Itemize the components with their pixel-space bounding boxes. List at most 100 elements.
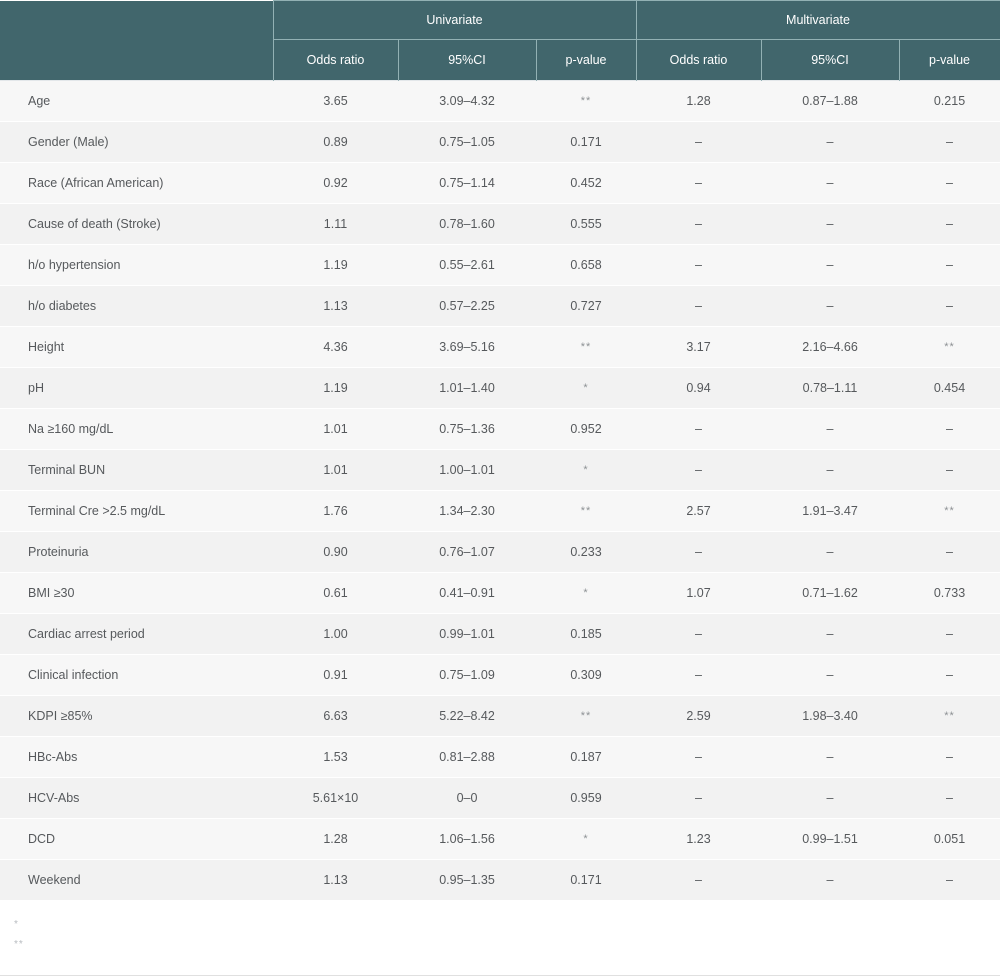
cell-multivariate-odds-ratio: – — [636, 736, 761, 778]
cell-multivariate-ci: 1.98–3.40 — [761, 695, 899, 737]
cell-univariate-p-value: 0.171 — [536, 859, 636, 901]
cell-multivariate-ci: – — [761, 613, 899, 655]
cell-univariate-ci: 0.99–1.01 — [398, 613, 536, 655]
cell-univariate-odds-ratio: 1.11 — [273, 203, 398, 245]
table-row: Gender (Male) 0.89 0.75–1.05 0.171– – – — [0, 121, 1000, 163]
header-multivariate-p-value: p-value — [898, 39, 1000, 81]
table-body: Age 3.65 3.09–4.32 ** 1.28 0.87–1.88 0.215 Gend… — [0, 80, 1000, 901]
cell-univariate-p-value: 0.309 — [536, 654, 636, 696]
cell-multivariate-ci: – — [761, 203, 899, 245]
row-label: h/o hypertension — [0, 244, 273, 286]
cell-univariate-ci: 0.81–2.88 — [398, 736, 536, 778]
cell-univariate-odds-ratio: 1.19 — [273, 367, 398, 409]
row-label: HCV-Abs — [0, 777, 273, 819]
cell-univariate-p-value: 0.658 — [536, 244, 636, 286]
cell-multivariate-p-value: – — [899, 777, 1000, 819]
table-row: Race (African American) 0.92 0.75–1.14 0.45… — [0, 162, 1000, 204]
cell-univariate-odds-ratio: 5.61×10 — [273, 777, 398, 819]
cell-univariate-odds-ratio: 1.76 — [273, 490, 398, 532]
cell-univariate-odds-ratio: 3.65 — [273, 80, 398, 122]
cell-univariate-p-value: * — [536, 818, 636, 860]
cell-multivariate-p-value: – — [899, 859, 1000, 901]
table-row: Height 4.36 3.69–5.16 ** 3.17 2.16–4.66 ** — [0, 326, 1000, 368]
cell-univariate-ci: 0.57–2.25 — [398, 285, 536, 327]
cell-univariate-odds-ratio: 0.61 — [273, 572, 398, 614]
cell-multivariate-p-value: ** — [899, 326, 1000, 368]
cell-multivariate-ci: – — [761, 777, 899, 819]
header-univariate-odds-ratio: Odds ratio — [272, 39, 399, 81]
row-label: h/o diabetes — [0, 285, 273, 327]
table-row: Weekend 1.13 0.95–1.35 0.171– – – — [0, 859, 1000, 901]
cell-univariate-odds-ratio: 6.63 — [273, 695, 398, 737]
cell-univariate-p-value: ** — [536, 326, 636, 368]
table-row: DCD 1.28 1.06–1.56 * 1.23 0.99–1.51 0.051 — [0, 818, 1000, 860]
cell-multivariate-ci: – — [761, 449, 899, 491]
table-row: Terminal BUN 1.01 1.00–1.01 * – – – — [0, 449, 1000, 491]
cell-multivariate-ci: 1.91–3.47 — [761, 490, 899, 532]
cell-multivariate-odds-ratio: – — [636, 449, 761, 491]
results-table-container: Univariate Multivariate Odds ratio 95%CI… — [0, 0, 1000, 976]
header-multivariate-odds-ratio: Odds ratio — [635, 39, 762, 81]
cell-univariate-ci: 0.76–1.07 — [398, 531, 536, 573]
cell-univariate-ci: 0.75–1.36 — [398, 408, 536, 450]
cell-univariate-ci: 0.75–1.09 — [398, 654, 536, 696]
cell-multivariate-odds-ratio: – — [636, 162, 761, 204]
cell-univariate-p-value: 0.959 — [536, 777, 636, 819]
table-row: Terminal Cre >2.5 mg/dL 1.76 1.34–2.30 ** 2.… — [0, 490, 1000, 532]
header-corner-cell — [0, 0, 274, 81]
cell-multivariate-p-value: 0.454 — [899, 367, 1000, 409]
cell-univariate-p-value: * — [536, 572, 636, 614]
cell-univariate-ci: 0.75–1.14 — [398, 162, 536, 204]
cell-univariate-ci: 5.22–8.42 — [398, 695, 536, 737]
row-label: pH — [0, 367, 273, 409]
cell-multivariate-odds-ratio: 1.28 — [636, 80, 761, 122]
table-row: pH 1.19 1.01–1.40 * 0.94 0.78–1.11 0.454 — [0, 367, 1000, 409]
cell-multivariate-p-value: 0.733 — [899, 572, 1000, 614]
cell-univariate-odds-ratio: 1.13 — [273, 285, 398, 327]
table-group-header-row: Univariate Multivariate — [0, 0, 1000, 81]
row-label: Height — [0, 326, 273, 368]
row-label: Cardiac arrest period — [0, 613, 273, 655]
cell-multivariate-ci: 0.71–1.62 — [761, 572, 899, 614]
cell-univariate-ci: 0.55–2.61 — [398, 244, 536, 286]
row-label: Na ≥160 mg/dL — [0, 408, 273, 450]
cell-multivariate-p-value: ** — [899, 695, 1000, 737]
row-label: Gender (Male) — [0, 121, 273, 163]
table-footnotes: * ** — [0, 901, 1000, 976]
cell-multivariate-p-value: 0.215 — [899, 80, 1000, 122]
cell-univariate-odds-ratio: 0.91 — [273, 654, 398, 696]
cell-multivariate-ci: – — [761, 244, 899, 286]
regression-results-table: Univariate Multivariate Odds ratio 95%CI… — [0, 0, 1000, 901]
cell-univariate-odds-ratio: 1.01 — [273, 408, 398, 450]
cell-univariate-p-value: 0.952 — [536, 408, 636, 450]
cell-univariate-odds-ratio: 1.28 — [273, 818, 398, 860]
cell-multivariate-odds-ratio: 1.23 — [636, 818, 761, 860]
table-row: BMI ≥30 0.61 0.41–0.91 * 1.07 0.71–1.62 0.733 — [0, 572, 1000, 614]
cell-multivariate-odds-ratio: 2.57 — [636, 490, 761, 532]
cell-univariate-p-value: 0.233 — [536, 531, 636, 573]
cell-univariate-odds-ratio: 1.13 — [273, 859, 398, 901]
cell-univariate-ci: 0.95–1.35 — [398, 859, 536, 901]
cell-multivariate-p-value: ** — [899, 490, 1000, 532]
row-label: Terminal Cre >2.5 mg/dL — [0, 490, 273, 532]
row-label: Race (African American) — [0, 162, 273, 204]
cell-univariate-ci: 1.00–1.01 — [398, 449, 536, 491]
cell-multivariate-ci: – — [761, 859, 899, 901]
cell-multivariate-p-value: – — [899, 121, 1000, 163]
cell-univariate-p-value: 0.185 — [536, 613, 636, 655]
cell-univariate-p-value: ** — [536, 80, 636, 122]
table-row: Cause of death (Stroke) 1.11 0.78–1.60 0.55… — [0, 203, 1000, 245]
cell-multivariate-ci: – — [761, 162, 899, 204]
cell-univariate-p-value: * — [536, 367, 636, 409]
cell-univariate-odds-ratio: 1.53 — [273, 736, 398, 778]
row-label: Clinical infection — [0, 654, 273, 696]
row-label: KDPI ≥85% — [0, 695, 273, 737]
cell-univariate-odds-ratio: 4.36 — [273, 326, 398, 368]
cell-univariate-odds-ratio: 0.92 — [273, 162, 398, 204]
table-row: HBc-Abs 1.53 0.81–2.88 0.187– – – — [0, 736, 1000, 778]
cell-univariate-odds-ratio: 0.89 — [273, 121, 398, 163]
row-label: Weekend — [0, 859, 273, 901]
cell-univariate-ci: 3.69–5.16 — [398, 326, 536, 368]
row-label: BMI ≥30 — [0, 572, 273, 614]
cell-multivariate-ci: – — [761, 408, 899, 450]
